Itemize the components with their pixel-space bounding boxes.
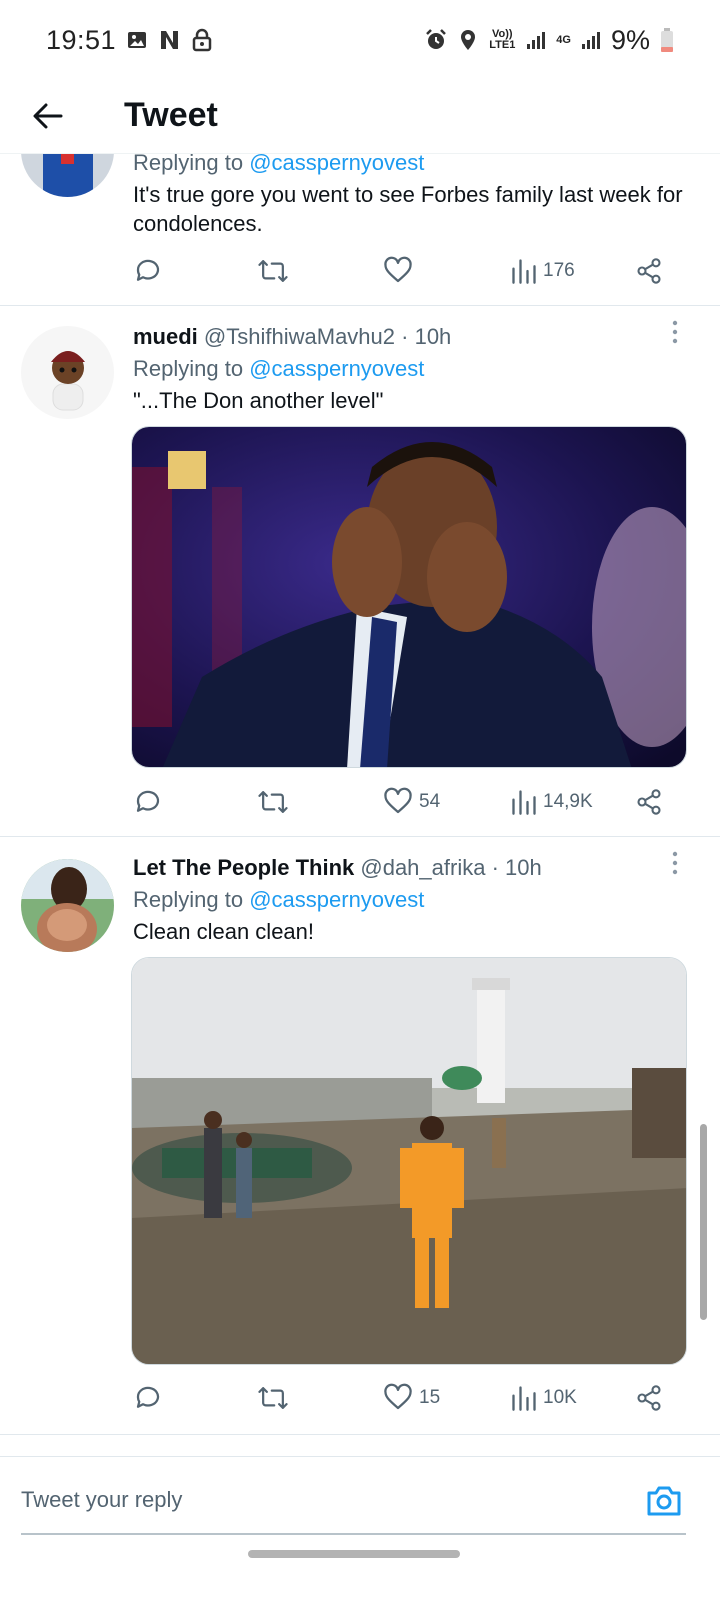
view-count: 176 bbox=[543, 260, 575, 281]
reply-button[interactable] bbox=[133, 1378, 163, 1418]
camera-button[interactable] bbox=[644, 1481, 684, 1521]
user-handle[interactable]: @dah_afrika bbox=[360, 855, 485, 880]
retweet-button[interactable] bbox=[257, 1378, 289, 1418]
reply-button[interactable] bbox=[133, 251, 163, 291]
tweet-time: · 10h bbox=[401, 324, 452, 349]
tweet-header: Let The People Think @dah_afrika · 10h bbox=[133, 853, 692, 883]
status-bar: 19:51 Vo)) LTE1 4G 9% bbox=[0, 0, 720, 80]
tweet-text: "...The Don another level" bbox=[133, 388, 384, 413]
tweet-text: It's true gore you went to see Forbes fa… bbox=[133, 182, 683, 236]
share-button[interactable] bbox=[635, 782, 663, 822]
views-button[interactable]: 10K bbox=[511, 1378, 577, 1418]
share-button[interactable] bbox=[635, 1378, 663, 1418]
heart-icon bbox=[384, 787, 412, 814]
location-icon bbox=[458, 28, 478, 52]
input-underline bbox=[21, 1533, 686, 1535]
replying-to: Replying to @casspernyovest bbox=[133, 154, 692, 178]
view-count: 14,9K bbox=[543, 791, 593, 812]
home-indicator[interactable] bbox=[248, 1550, 460, 1558]
tweet-header: muedi @TshifhiwaMavhu2 · 10h bbox=[133, 322, 692, 352]
page-title: Tweet bbox=[124, 96, 218, 134]
avatar[interactable] bbox=[21, 154, 114, 197]
image-icon bbox=[126, 29, 148, 51]
retweet-icon bbox=[258, 791, 288, 813]
share-icon bbox=[637, 1385, 661, 1411]
tweet[interactable]: Let The People Think @dah_afrika · 10h R… bbox=[0, 837, 720, 1435]
network-type: 4G bbox=[556, 33, 571, 46]
more-options-icon[interactable] bbox=[670, 318, 680, 348]
more-options-icon[interactable] bbox=[670, 849, 680, 879]
user-handle[interactable]: @TshifhiwaMavhu2 bbox=[204, 324, 395, 349]
tweet-text: Clean clean clean! bbox=[133, 919, 315, 944]
retweet-icon bbox=[258, 260, 288, 282]
reply-icon bbox=[136, 259, 160, 281]
status-time: 19:51 bbox=[46, 24, 117, 55]
alarm-icon bbox=[424, 28, 448, 52]
reply-composer: Tweet your reply bbox=[0, 1456, 720, 1600]
retweet-button[interactable] bbox=[257, 251, 289, 291]
avatar[interactable] bbox=[21, 859, 114, 952]
app-bar: Tweet bbox=[0, 78, 720, 154]
back-button[interactable] bbox=[0, 78, 96, 154]
reply-feed[interactable]: Replying to @casspernyovest It's true go… bbox=[0, 154, 720, 1456]
like-button[interactable]: 54 bbox=[383, 782, 440, 822]
share-button[interactable] bbox=[635, 251, 663, 291]
volte-indicator: Vo)) LTE1 bbox=[489, 28, 516, 51]
analytics-icon bbox=[512, 259, 536, 284]
analytics-icon bbox=[512, 1386, 536, 1411]
retweet-button[interactable] bbox=[257, 782, 289, 822]
back-arrow-icon bbox=[33, 103, 63, 128]
scrollbar[interactable] bbox=[700, 1124, 707, 1320]
replying-to: Replying to @casspernyovest bbox=[133, 356, 425, 381]
view-count: 10K bbox=[543, 1387, 577, 1408]
reply-input[interactable]: Tweet your reply bbox=[21, 1487, 182, 1513]
tweet-image[interactable] bbox=[131, 426, 687, 768]
mention-link[interactable]: @casspernyovest bbox=[249, 356, 424, 381]
battery-icon bbox=[660, 27, 674, 53]
reply-icon bbox=[136, 790, 160, 812]
heart-icon bbox=[384, 1383, 412, 1410]
views-button[interactable]: 14,9K bbox=[511, 782, 593, 822]
share-icon bbox=[637, 258, 661, 284]
like-count: 54 bbox=[419, 791, 441, 812]
tweet-time: · 10h bbox=[491, 855, 542, 880]
mention-link[interactable]: @casspernyovest bbox=[249, 154, 424, 175]
battery-percent: 9% bbox=[610, 24, 650, 55]
share-icon bbox=[637, 789, 661, 815]
display-name[interactable]: Let The People Think bbox=[133, 855, 354, 880]
display-name[interactable]: muedi bbox=[133, 324, 198, 349]
replying-to: Replying to @casspernyovest bbox=[133, 887, 425, 912]
signal-icon bbox=[526, 30, 546, 50]
like-button[interactable]: 15 bbox=[383, 1378, 440, 1418]
signal-icon-2 bbox=[581, 30, 601, 50]
camera-icon bbox=[647, 1486, 681, 1516]
tweet[interactable]: muedi @TshifhiwaMavhu2 · 10h Replying to… bbox=[0, 306, 720, 837]
tweet[interactable]: Replying to @casspernyovest It's true go… bbox=[0, 154, 720, 306]
retweet-icon bbox=[258, 1387, 288, 1409]
reply-icon bbox=[136, 1386, 160, 1408]
lock-icon bbox=[192, 28, 212, 52]
tweet-image[interactable] bbox=[131, 957, 687, 1365]
like-count: 15 bbox=[419, 1387, 441, 1408]
netflix-icon bbox=[158, 29, 182, 51]
reply-button[interactable] bbox=[133, 782, 163, 822]
mention-link[interactable]: @casspernyovest bbox=[249, 887, 424, 912]
analytics-icon bbox=[512, 790, 536, 815]
heart-icon bbox=[384, 256, 412, 283]
views-button[interactable]: 176 bbox=[511, 251, 575, 291]
like-button[interactable] bbox=[383, 251, 413, 291]
avatar[interactable] bbox=[21, 326, 114, 419]
